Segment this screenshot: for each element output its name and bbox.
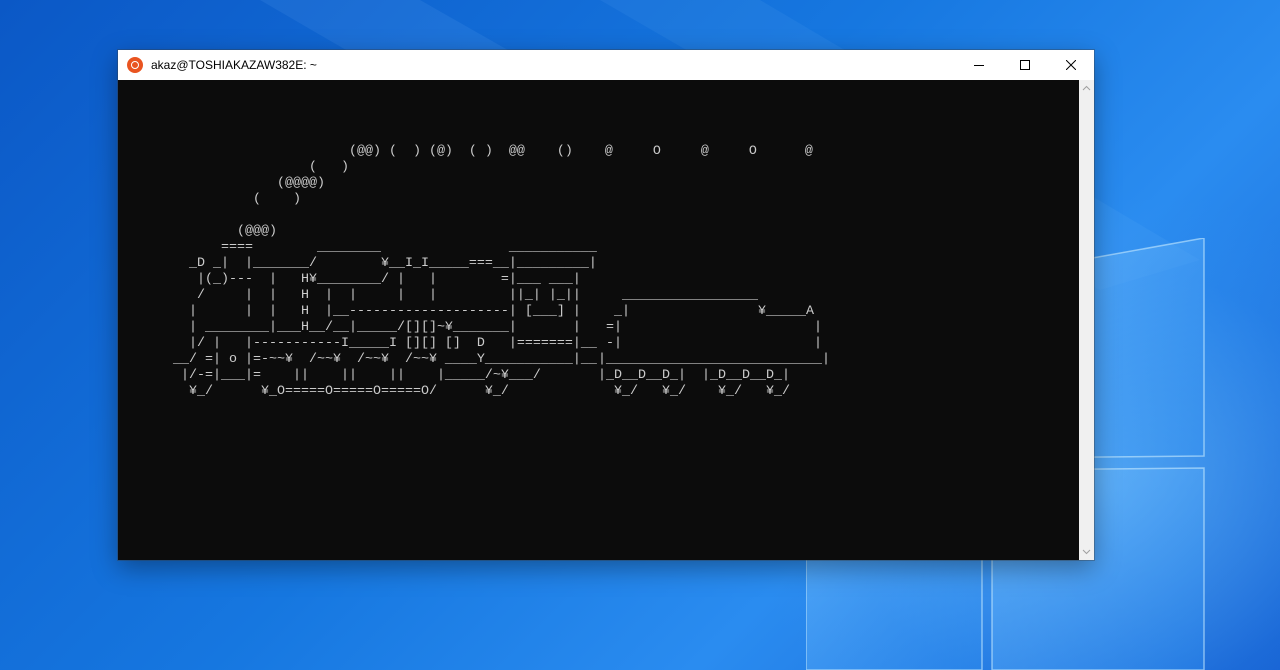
window-title: akaz@TOSHIAKAZAW382E: ~: [151, 58, 317, 72]
close-button[interactable]: [1048, 50, 1094, 80]
minimize-icon: [974, 65, 984, 66]
close-icon: [1066, 60, 1076, 70]
caption-buttons: [956, 50, 1094, 80]
maximize-button[interactable]: [1002, 50, 1048, 80]
scroll-down-icon[interactable]: [1082, 547, 1091, 556]
ubuntu-icon[interactable]: [127, 57, 143, 73]
scroll-up-icon[interactable]: [1082, 84, 1091, 93]
title-bar[interactable]: akaz@TOSHIAKAZAW382E: ~: [118, 50, 1094, 80]
vertical-scrollbar[interactable]: [1079, 80, 1094, 560]
maximize-icon: [1020, 60, 1030, 70]
minimize-button[interactable]: [956, 50, 1002, 80]
terminal-window[interactable]: akaz@TOSHIAKAZAW382E: ~ (@@) () (@) ()…: [118, 50, 1094, 560]
terminal-output-area[interactable]: (@@) ( ) (@) ( ) @@ () @ O @ O @ ( ) (@@…: [118, 80, 1079, 560]
sl-train-tender-ascii-art: _________________ _| ¥_____A =| | -| | |…: [598, 288, 830, 399]
